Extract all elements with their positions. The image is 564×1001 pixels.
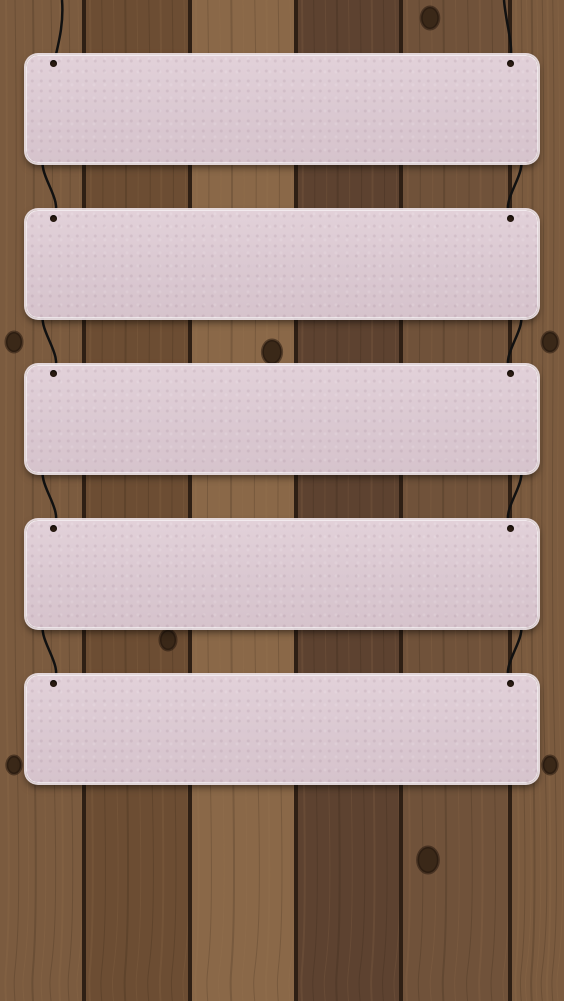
board-hole-icon (50, 215, 57, 222)
board-hole-icon (50, 680, 57, 687)
board-hole-icon (507, 215, 514, 222)
wood-knot (416, 845, 440, 875)
board-hole-icon (507, 370, 514, 377)
board-hole-icon (50, 525, 57, 532)
wood-knot (260, 338, 284, 366)
wood-knot (5, 754, 23, 776)
shelf-board-2 (26, 210, 538, 318)
board-hole-icon (507, 525, 514, 532)
shelf-board-1 (26, 55, 538, 163)
shelf-board-3 (26, 365, 538, 473)
wood-knot (158, 628, 178, 652)
board-hole-icon (50, 370, 57, 377)
shelf-board-5 (26, 675, 538, 783)
board-hole-icon (507, 680, 514, 687)
wood-knot (540, 330, 560, 354)
wood-knot (419, 5, 441, 31)
board-hole-icon (50, 60, 57, 67)
shelf-board-4 (26, 520, 538, 628)
wood-knot (4, 330, 24, 354)
wood-knot (541, 754, 559, 776)
board-hole-icon (507, 60, 514, 67)
